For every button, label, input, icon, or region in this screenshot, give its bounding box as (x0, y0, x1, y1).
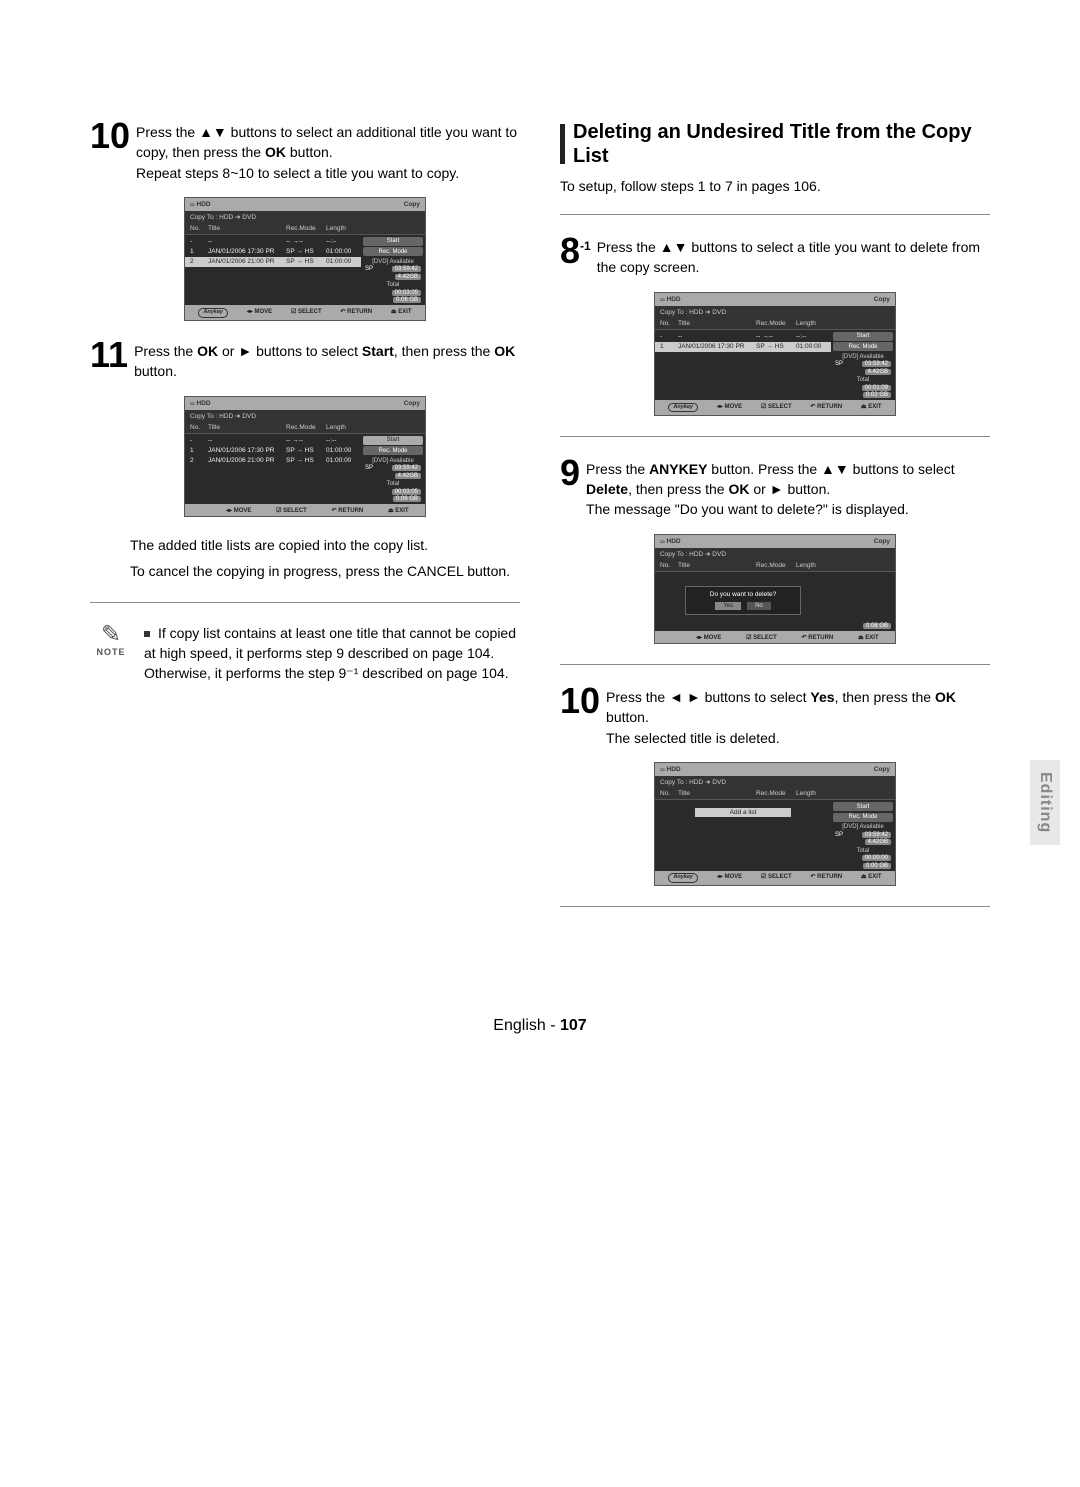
step-8-1: 8-1 Press the ▲▼ buttons to select a tit… (560, 235, 990, 278)
copy-screen-two-titles: ▭ HDDCopy Copy To : HDD ➜ DVD No.TitleRe… (184, 197, 426, 321)
copy-result-text: The added title lists are copied into th… (130, 535, 520, 555)
side-tab-editing: Editing (1030, 760, 1060, 845)
note-text: If copy list contains at least one title… (144, 623, 520, 684)
divider (90, 602, 520, 603)
step-number: 10 (90, 120, 130, 152)
step-number: 8-1 (560, 235, 591, 267)
step-text: Press the OK or ► buttons to select Star… (134, 339, 520, 382)
divider (560, 906, 990, 907)
step-number: 9 (560, 457, 580, 489)
divider (560, 214, 990, 215)
step-10-right: 10 Press the ◄ ► buttons to select Yes, … (560, 685, 990, 748)
step-text: Press the ANYKEY button. Press the ▲▼ bu… (586, 457, 990, 520)
copy-screen-one-title: ▭ HDDCopy Copy To : HDD ➜ DVD No.TitleRe… (654, 292, 896, 416)
manual-page: 10 Press the ▲▼ buttons to select an add… (50, 0, 1030, 987)
copy-screen-empty: ▭ HDDCopy Copy To : HDD ➜ DVD No.TitleRe… (654, 762, 896, 886)
step-number: 11 (90, 339, 128, 371)
section-bar-icon (560, 124, 565, 164)
left-column: 10 Press the ▲▼ buttons to select an add… (90, 120, 520, 927)
step-text: Press the ◄ ► buttons to select Yes, the… (606, 685, 990, 748)
divider (560, 664, 990, 665)
right-column: Deleting an Undesired Title from the Cop… (560, 120, 990, 927)
note-block: ✎ NOTE If copy list contains at least on… (90, 623, 520, 684)
step-10-left: 10 Press the ▲▼ buttons to select an add… (90, 120, 520, 183)
section-title: Deleting an Undesired Title from the Cop… (573, 120, 990, 168)
step-9: 9 Press the ANYKEY button. Press the ▲▼ … (560, 457, 990, 520)
step-text: Press the ▲▼ buttons to select a title y… (597, 235, 990, 278)
copy-screen-delete-dialog: ▭ HDDCopy Copy To : HDD ➜ DVD No.TitleRe… (654, 534, 896, 645)
section-heading: Deleting an Undesired Title from the Cop… (560, 120, 990, 168)
step-11: 11 Press the OK or ► buttons to select S… (90, 339, 520, 382)
copy-screen-start-highlight: ▭ HDDCopy Copy To : HDD ➜ DVD No.TitleRe… (184, 396, 426, 518)
divider (560, 436, 990, 437)
step-number: 10 (560, 685, 600, 717)
setup-reference: To setup, follow steps 1 to 7 in pages 1… (560, 178, 990, 194)
note-icon: ✎ NOTE (90, 623, 132, 657)
cancel-text: To cancel the copying in progress, press… (130, 561, 520, 581)
page-footer: English - 107 (90, 1017, 990, 1035)
step-text: Press the ▲▼ buttons to select an additi… (136, 120, 520, 183)
